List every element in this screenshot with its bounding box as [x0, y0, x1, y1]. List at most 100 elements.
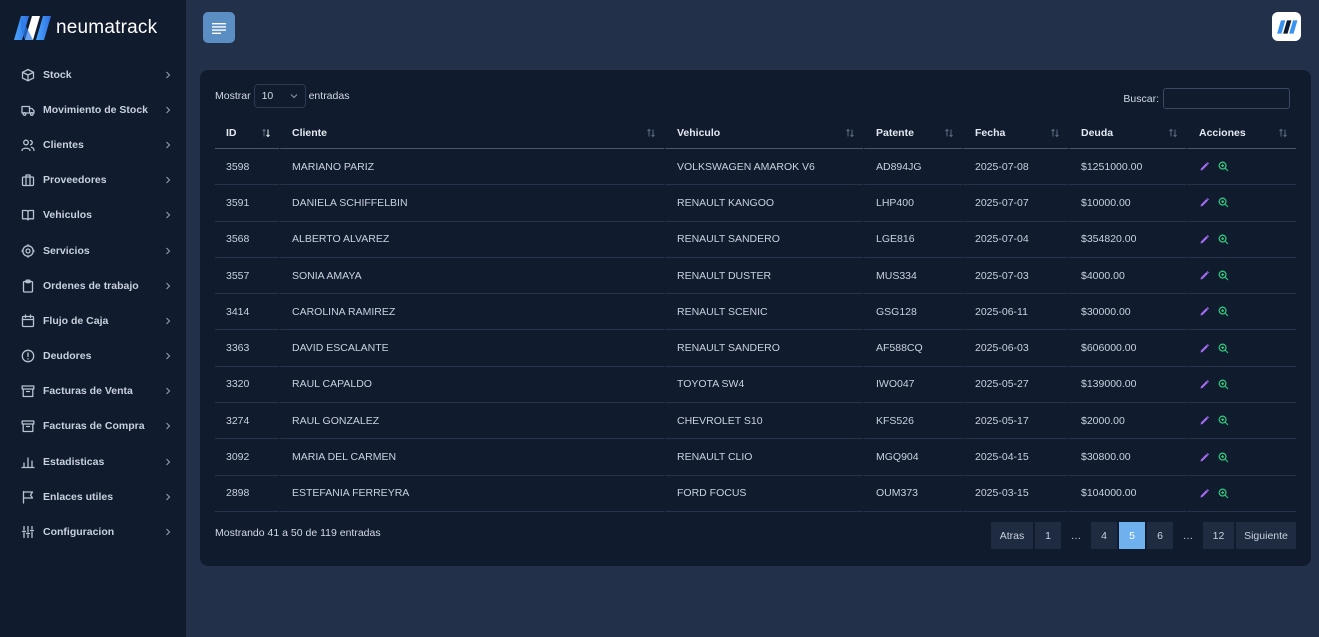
cell-vehiculo: FORD FOCUS	[664, 475, 863, 512]
page-button-12[interactable]: 12	[1203, 522, 1234, 549]
cell-id: 3557	[215, 258, 279, 295]
debtors-table-card: Mostrar 10 entradas Buscar: ID Cliente V…	[200, 70, 1311, 566]
cell-deuda: $1251000.00	[1068, 149, 1186, 186]
cell-vehiculo: RENAULT DUSTER	[664, 257, 863, 295]
chevron-right-icon	[166, 211, 171, 219]
view-zoom-icon[interactable]	[1218, 270, 1229, 281]
view-zoom-icon[interactable]	[1218, 452, 1229, 463]
brand-name: neumatrack	[56, 17, 158, 38]
sidebar-item-flujo-de-caja[interactable]: Flujo de Caja	[0, 303, 186, 338]
view-zoom-icon[interactable]	[1218, 488, 1229, 499]
search-input[interactable]	[1163, 88, 1290, 109]
sidebar-item-vehiculos[interactable]: Vehiculos	[0, 198, 186, 233]
chevron-right-icon	[166, 247, 171, 254]
sidebar-item-clientes[interactable]: Clientes	[0, 127, 186, 162]
sidebar-item-label: Proveedores	[43, 174, 107, 187]
brand[interactable]: neumatrack	[12, 14, 157, 42]
cell-deuda: $354820.00	[1068, 221, 1186, 258]
chevron-right-icon	[166, 493, 171, 501]
cell-deuda: $30800.00	[1068, 439, 1186, 476]
edit-pencil-icon[interactable]	[1199, 161, 1210, 172]
edit-pencil-icon[interactable]	[1199, 415, 1210, 426]
book-icon	[21, 210, 35, 221]
page-ellipsis: …	[1070, 529, 1082, 542]
cell-cliente: DANIELA SCHIFFELBIN	[279, 185, 664, 222]
cell-deuda: $606000.00	[1068, 330, 1186, 367]
page-button-4[interactable]: 4	[1091, 522, 1117, 549]
chevron-right-icon	[166, 106, 171, 114]
page-button-5[interactable]: 5	[1119, 522, 1145, 549]
edit-pencil-icon[interactable]	[1199, 270, 1210, 281]
cell-vehiculo: RENAULT CLIO	[664, 439, 863, 476]
page-length-select[interactable]: 10	[253, 84, 306, 108]
debtors-table: ID Cliente Vehiculo Patente Fecha Deuda …	[215, 117, 1296, 512]
sort-descending-icon	[262, 128, 270, 138]
view-zoom-icon[interactable]	[1218, 161, 1229, 172]
sliders-icon	[21, 525, 35, 539]
sidebar-item-estadisticas[interactable]: Estadisticas	[0, 444, 186, 479]
sidebar-item-proveedores[interactable]: Proveedores	[0, 163, 186, 198]
sidebar-item-facturas-de-venta[interactable]: Facturas de Venta	[0, 374, 186, 409]
column-header-label: ID	[226, 126, 237, 139]
show-label: Mostrar	[215, 90, 251, 102]
view-zoom-icon[interactable]	[1218, 343, 1229, 354]
view-zoom-icon[interactable]	[1218, 415, 1229, 426]
cell-deuda: $4000.00	[1068, 257, 1186, 295]
chevron-right-icon	[166, 317, 171, 325]
column-header-id[interactable]: ID	[215, 117, 279, 149]
column-header-vehiculo[interactable]: Vehiculo	[664, 117, 863, 149]
chevron-right-icon	[166, 141, 171, 149]
column-header-fecha[interactable]: Fecha	[962, 117, 1068, 149]
column-header-cliente[interactable]: Cliente	[279, 117, 664, 149]
menu-toggle-button[interactable]	[203, 12, 235, 43]
view-zoom-icon[interactable]	[1218, 379, 1229, 390]
cell-id: 3598	[215, 149, 279, 186]
sidebar-item-configuracion[interactable]: Configuracion	[0, 514, 186, 549]
edit-pencil-icon[interactable]	[1199, 452, 1210, 463]
briefcase-icon	[21, 174, 35, 187]
sort-icon	[846, 128, 854, 138]
view-zoom-icon[interactable]	[1218, 306, 1229, 317]
previous-page-button[interactable]: Atras	[991, 522, 1033, 549]
sidebar-item-facturas-de-compra[interactable]: Facturas de Compra	[0, 409, 186, 444]
archive-icon	[21, 385, 35, 398]
edit-pencil-icon[interactable]	[1199, 379, 1210, 390]
table-row: 3568 ALBERTO ALVAREZ RENAULT SANDERO LGE816…	[215, 221, 1296, 258]
column-header-deuda[interactable]: Deuda	[1068, 117, 1186, 149]
cell-patente: LHP400	[863, 185, 962, 222]
cell-cliente: RAUL CAPALDO	[279, 366, 664, 404]
sidebar-item-deudores[interactable]: Deudores	[0, 339, 186, 374]
view-zoom-icon[interactable]	[1218, 197, 1229, 208]
page-button-6[interactable]: 6	[1147, 522, 1173, 549]
sidebar-item-ordenes-de-trabajo[interactable]: Ordenes de trabajo	[0, 268, 186, 303]
cell-actions	[1186, 439, 1296, 476]
cell-actions	[1186, 149, 1296, 186]
entries-label: entradas	[308, 90, 350, 102]
page-button-1[interactable]: 1	[1035, 522, 1061, 549]
page-length-control: Mostrar 10 entradas	[215, 84, 349, 108]
edit-pencil-icon[interactable]	[1199, 197, 1210, 208]
sidebar-item-stock[interactable]: Stock	[0, 57, 186, 92]
cell-cliente: DAVID ESCALANTE	[279, 330, 664, 367]
column-header-acciones[interactable]: Acciones	[1186, 117, 1296, 149]
sidebar-item-servicios[interactable]: Servicios	[0, 233, 186, 268]
user-avatar[interactable]	[1272, 12, 1301, 41]
table-row: 3320 RAUL CAPALDO TOYOTA SW4 IWO047 2025-05-…	[215, 366, 1296, 404]
sidebar-item-enlaces-utiles[interactable]: Enlaces utiles	[0, 479, 186, 514]
cell-id: 3363	[215, 330, 279, 367]
cell-patente: KFS526	[863, 403, 962, 440]
sidebar-item-movimiento-de-stock[interactable]: Movimiento de Stock	[0, 92, 186, 127]
brand-logo-icon	[14, 16, 51, 40]
sort-icon	[1051, 128, 1059, 138]
cell-cliente: MARIA DEL CARMEN	[279, 439, 664, 476]
view-zoom-icon[interactable]	[1218, 234, 1229, 245]
cell-actions	[1186, 403, 1296, 440]
edit-pencil-icon[interactable]	[1199, 234, 1210, 245]
column-header-patente[interactable]: Patente	[863, 117, 962, 149]
edit-pencil-icon[interactable]	[1199, 306, 1210, 317]
cell-vehiculo: RENAULT SANDERO	[664, 330, 863, 367]
next-page-button[interactable]: Siguiente	[1236, 522, 1296, 549]
menu-lines-icon	[212, 22, 226, 34]
edit-pencil-icon[interactable]	[1199, 488, 1210, 499]
edit-pencil-icon[interactable]	[1199, 343, 1210, 354]
